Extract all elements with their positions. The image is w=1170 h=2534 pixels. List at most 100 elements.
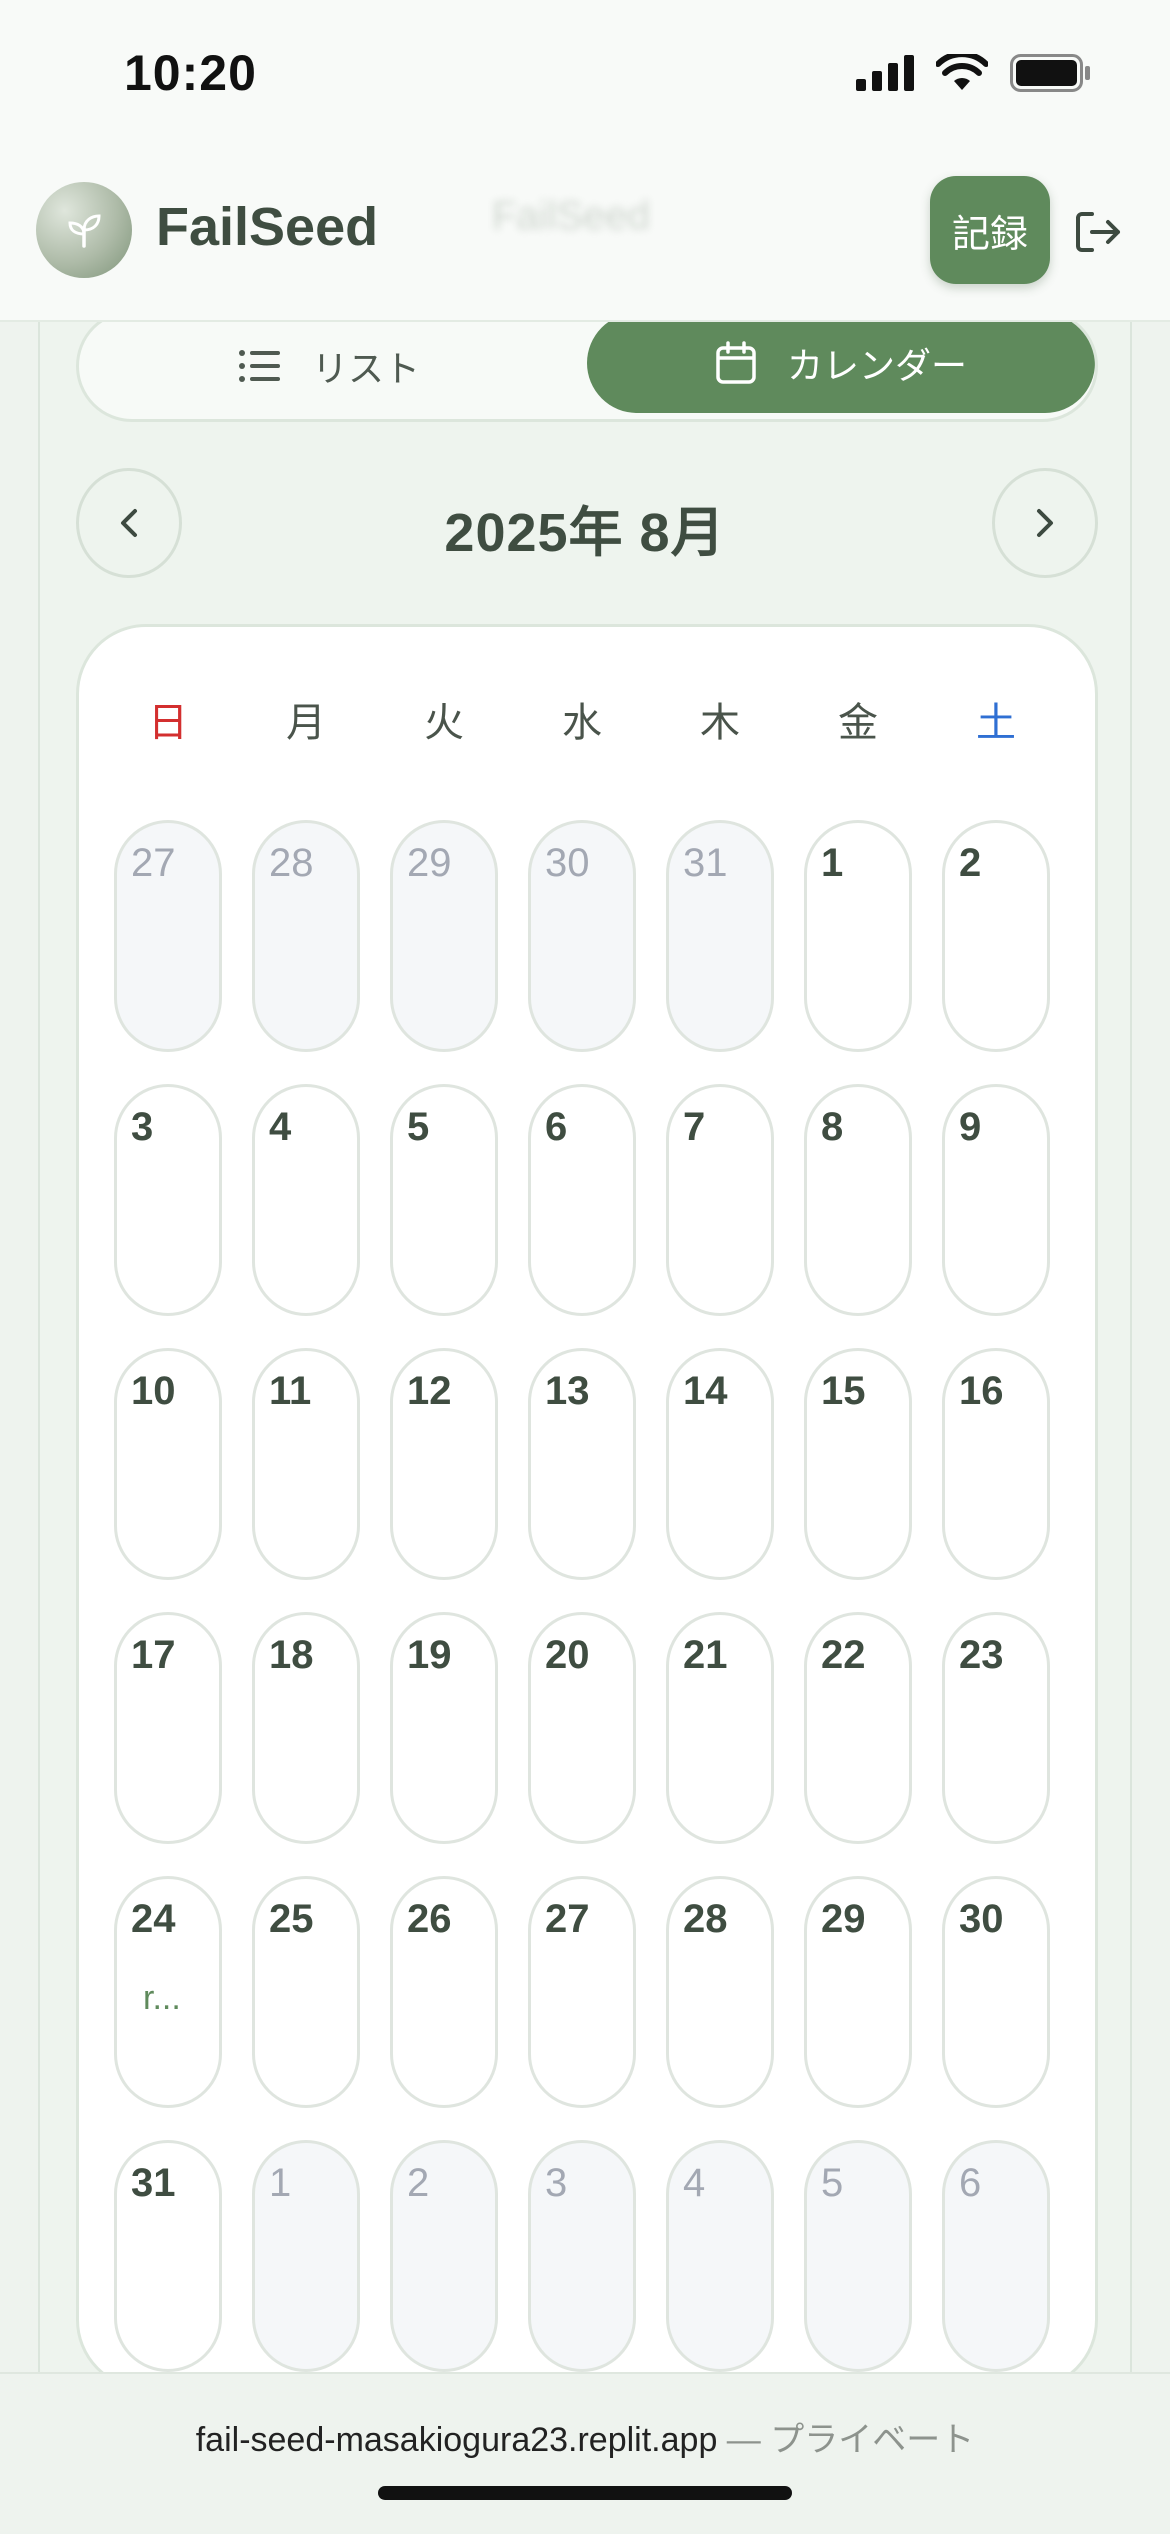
calendar-day-cell[interactable]: 5	[390, 1084, 498, 1316]
day-number: 27	[131, 841, 176, 885]
weekday-label: 土	[976, 701, 1016, 745]
browser-url-bar[interactable]: fail-seed-masakiogura23.replit.app — プライ…	[0, 2372, 1170, 2534]
day-number: 21	[683, 1633, 728, 1677]
tab-calendar-label: カレンダー	[786, 345, 967, 386]
status-bar: 10:20	[0, 0, 1170, 150]
url-domain: fail-seed-masakiogura23.replit.app	[195, 2421, 718, 2459]
day-number: 4	[683, 2161, 706, 2205]
logout-icon[interactable]	[1070, 204, 1126, 260]
calendar-day-cell[interactable]: 9	[942, 1084, 1050, 1316]
app-header: FailSeed FailSeed 記録	[0, 150, 1170, 322]
day-number: 6	[545, 1105, 568, 1149]
calendar-day-cell[interactable]: 28	[252, 820, 360, 1052]
day-number: 26	[407, 1897, 452, 1941]
day-number: 30	[545, 841, 590, 885]
calendar-day-cell[interactable]: 13	[528, 1348, 636, 1580]
day-number: 19	[407, 1633, 452, 1677]
calendar-day-cell[interactable]: 12	[390, 1348, 498, 1580]
calendar-day-cell[interactable]: 20	[528, 1612, 636, 1844]
calendar-day-cell[interactable]: 26	[390, 1876, 498, 2108]
url-text: fail-seed-masakiogura23.replit.app — プライ…	[0, 2412, 1170, 2461]
calendar-day-cell[interactable]: 6	[942, 2140, 1050, 2372]
calendar-day-cell[interactable]: 7	[666, 1084, 774, 1316]
calendar-day-cell[interactable]: 8	[804, 1084, 912, 1316]
day-number: 25	[269, 1897, 314, 1941]
day-event-label[interactable]: r...	[143, 1979, 181, 2018]
weekday-label: 水	[562, 701, 602, 745]
weekday-label: 木	[700, 701, 740, 745]
day-number: 13	[545, 1369, 590, 1413]
calendar-day-cell[interactable]: 19	[390, 1612, 498, 1844]
day-number: 16	[959, 1369, 1004, 1413]
calendar-day-cell[interactable]: 25	[252, 1876, 360, 2108]
day-number: 31	[683, 841, 728, 885]
calendar-day-cell[interactable]: 29	[804, 1876, 912, 2108]
calendar-day-cell[interactable]: 1	[804, 820, 912, 1052]
tab-list[interactable]: リスト	[79, 313, 579, 419]
calendar-day-cell[interactable]: 11	[252, 1348, 360, 1580]
calendar-day-cell[interactable]: 22	[804, 1612, 912, 1844]
calendar-day-cell[interactable]: 31	[114, 2140, 222, 2372]
calendar-day-cell[interactable]: 17	[114, 1612, 222, 1844]
app-name: FailSeed	[156, 197, 379, 257]
url-privacy-label: — プライベート	[717, 2421, 975, 2459]
status-icons	[856, 54, 1092, 92]
weekday-label: 金	[838, 701, 878, 745]
calendar-day-cell[interactable]: 18	[252, 1612, 360, 1844]
calendar-day-cell[interactable]: 4	[252, 1084, 360, 1316]
day-number: 5	[407, 1105, 430, 1149]
weekday-label: 火	[424, 701, 464, 745]
calendar-day-cell[interactable]: 30	[942, 1876, 1050, 2108]
tab-calendar[interactable]: カレンダー	[587, 313, 1095, 413]
day-number: 5	[821, 2161, 844, 2205]
calendar-icon	[716, 341, 756, 384]
calendar-day-cell[interactable]: 3	[528, 2140, 636, 2372]
calendar-day-cell[interactable]: 1	[252, 2140, 360, 2372]
chevron-right-icon	[1037, 509, 1053, 537]
day-number: 30	[959, 1897, 1004, 1941]
weekday-label: 日	[148, 701, 188, 745]
calendar-day-cell[interactable]: 4	[666, 2140, 774, 2372]
calendar-day-cell[interactable]: 29	[390, 820, 498, 1052]
day-number: 6	[959, 2161, 982, 2205]
day-number: 28	[683, 1897, 728, 1941]
ghost-title: FailSeed	[492, 194, 650, 238]
next-month-button[interactable]	[992, 468, 1098, 578]
calendar-day-cell[interactable]: 3	[114, 1084, 222, 1316]
app-logo[interactable]	[36, 182, 132, 278]
calendar-day-cell[interactable]: 15	[804, 1348, 912, 1580]
calendar-day-cell[interactable]: 27	[114, 820, 222, 1052]
day-number: 22	[821, 1633, 866, 1677]
calendar-day-cell[interactable]: 5	[804, 2140, 912, 2372]
day-number: 17	[131, 1633, 176, 1677]
list-icon	[238, 350, 280, 382]
day-number: 11	[269, 1369, 312, 1413]
calendar-day-cell[interactable]: 27	[528, 1876, 636, 2108]
calendar-day-cell[interactable]: 28	[666, 1876, 774, 2108]
calendar-day-cell[interactable]: 21	[666, 1612, 774, 1844]
calendar-day-cell[interactable]: 31	[666, 820, 774, 1052]
record-button[interactable]: 記録	[930, 176, 1050, 284]
day-number: 15	[821, 1369, 866, 1413]
day-number: 1	[269, 2161, 292, 2205]
calendar-day-cell[interactable]: 24 r...	[114, 1876, 222, 2108]
day-number: 29	[407, 841, 452, 885]
wifi-icon	[936, 54, 988, 90]
status-time: 10:20	[124, 45, 257, 101]
day-number: 23	[959, 1633, 1004, 1677]
calendar-day-cell[interactable]: 14	[666, 1348, 774, 1580]
calendar-day-cell[interactable]: 2	[390, 2140, 498, 2372]
day-number: 29	[821, 1897, 866, 1941]
calendar-day-cell[interactable]: 10	[114, 1348, 222, 1580]
calendar-day-cell[interactable]: 23	[942, 1612, 1050, 1844]
calendar-day-cell[interactable]: 2	[942, 820, 1050, 1052]
day-number: 12	[407, 1369, 452, 1413]
sprout-icon	[68, 214, 101, 248]
day-number: 8	[821, 1105, 844, 1149]
day-number: 20	[545, 1633, 590, 1677]
day-number: 1	[821, 841, 844, 885]
calendar-day-cell[interactable]: 6	[528, 1084, 636, 1316]
calendar-day-cell[interactable]: 30	[528, 820, 636, 1052]
tab-list-label: リスト	[311, 348, 420, 389]
calendar-day-cell[interactable]: 16	[942, 1348, 1050, 1580]
